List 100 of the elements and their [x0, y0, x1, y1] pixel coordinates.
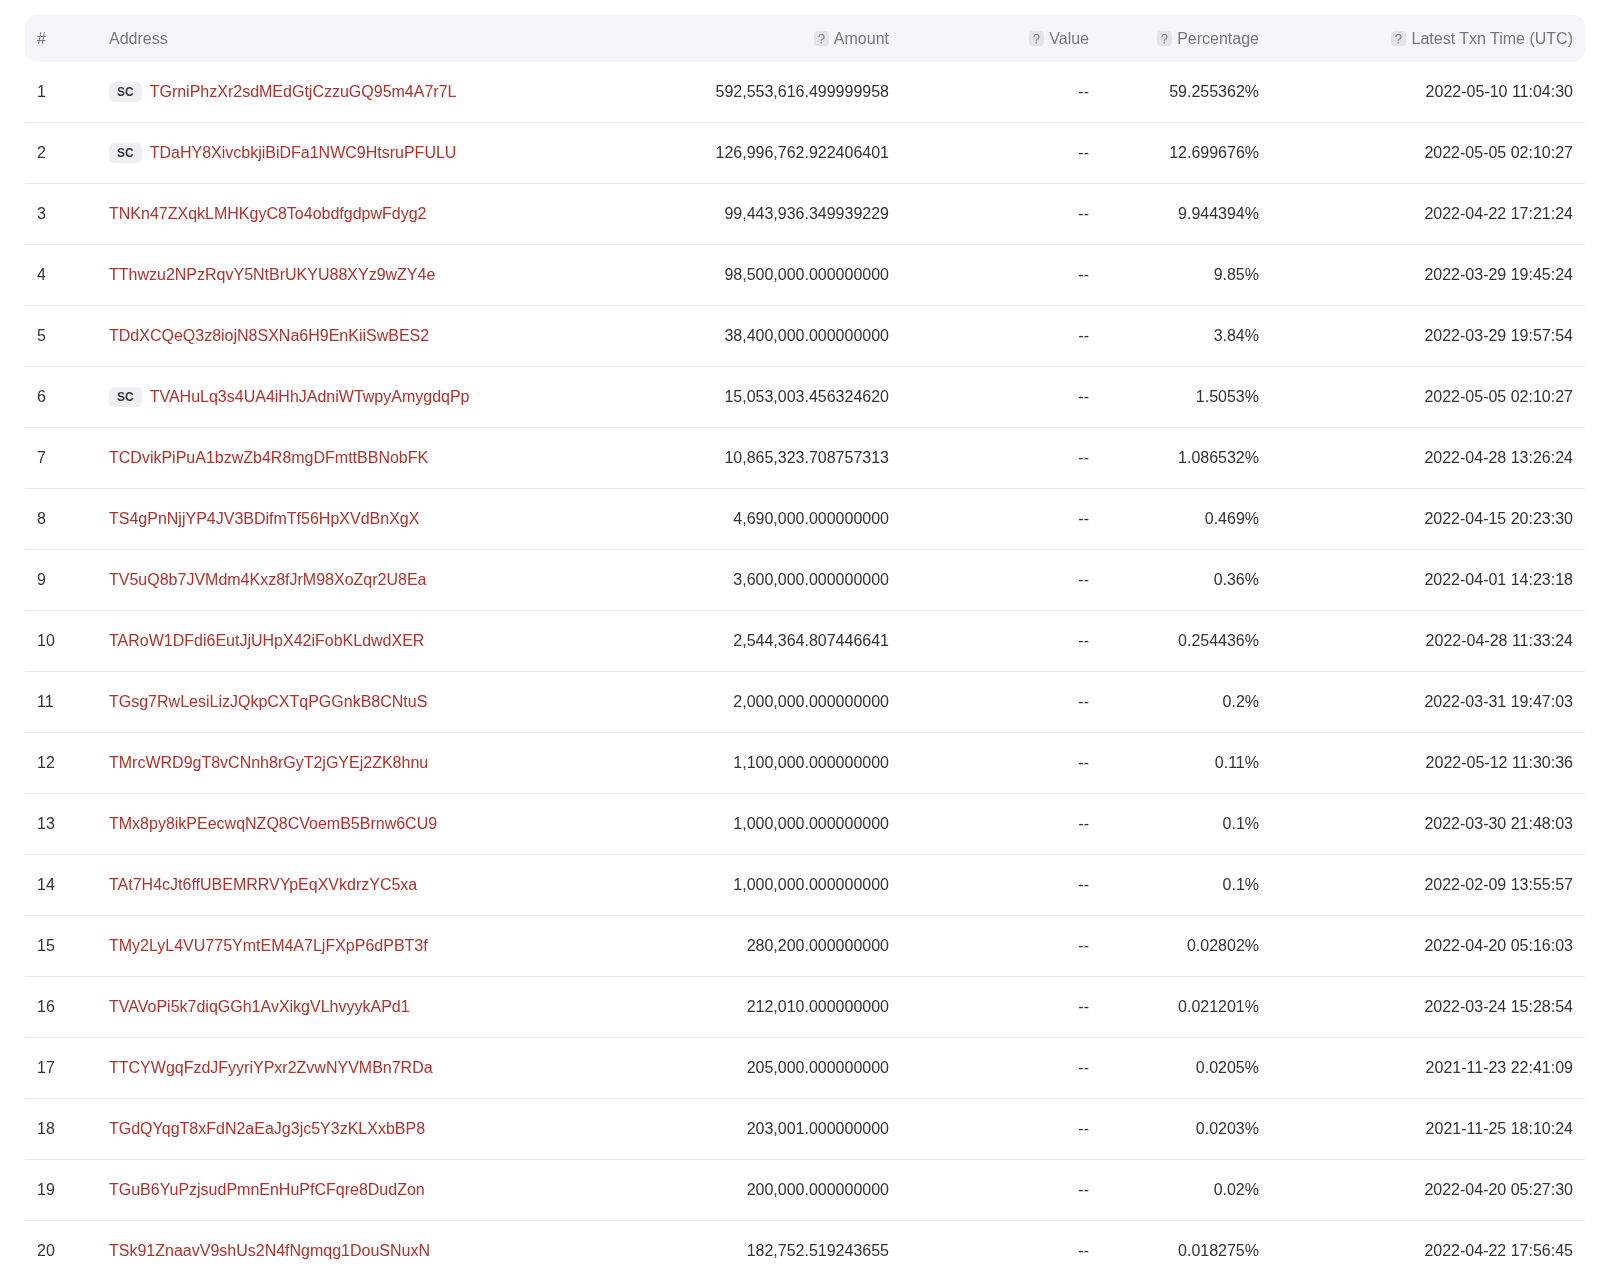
percentage-cell: 0.36% — [1213, 571, 1259, 589]
time-cell: 2022-03-31 19:47:03 — [1424, 693, 1573, 711]
percentage-cell: 59.255362% — [1169, 83, 1259, 101]
amount-cell: 1,000,000.000000000 — [733, 815, 889, 833]
column-header: Percentage — [1177, 29, 1259, 48]
address-link[interactable]: TMy2LyL4VU775YmtEM4A7LjFXpP6dPBT3f — [109, 937, 428, 955]
amount-cell: 280,200.000000000 — [746, 937, 889, 955]
time-cell: 2022-05-10 11:04:30 — [1425, 83, 1573, 101]
value-cell: -- — [1078, 1059, 1089, 1077]
address-link[interactable]: TARoW1DFdi6EutJjUHpX42iFobKLdwdXER — [109, 632, 425, 650]
time-cell: 2022-04-20 05:16:03 — [1424, 937, 1573, 955]
percentage-cell: 0.0205% — [1195, 1059, 1259, 1077]
time-cell: 2022-04-15 20:23:30 — [1424, 510, 1573, 528]
percentage-cell: 0.2% — [1222, 693, 1259, 711]
value-cell: -- — [1078, 632, 1089, 650]
contract-tag: SC — [109, 387, 142, 407]
address-link[interactable]: TDdXCQeQ3z8iojN8SXNa6H9EnKiiSwBES2 — [109, 327, 430, 345]
rank-cell: 3 — [37, 205, 46, 223]
amount-cell: 15,053,003.456324620 — [724, 388, 889, 406]
address-link[interactable]: TGsg7RwLesiLizJQkpCXTqPGGnkB8CNtuS — [109, 693, 428, 711]
address-link[interactable]: TS4gPnNjjYP4JV3BDifmTf56HpXVdBnXgX — [109, 510, 420, 528]
address-link[interactable]: TVAVoPi5k7diqGGh1AvXikgVLhvyykAPd1 — [109, 998, 410, 1016]
value-cell: -- — [1078, 571, 1089, 589]
value-cell: -- — [1078, 937, 1089, 955]
rank-cell: 4 — [37, 266, 46, 284]
value-cell: -- — [1078, 266, 1089, 284]
time-cell: 2022-04-20 05:27:30 — [1424, 1181, 1573, 1199]
address-link[interactable]: TAt7H4cJt6ffUBEMRRVYpEqXVkdrzYC5xa — [109, 876, 418, 894]
rank-cell: 5 — [37, 327, 46, 345]
time-cell: 2022-03-30 21:48:03 — [1424, 815, 1573, 833]
help-icon[interactable] — [1157, 31, 1173, 46]
time-cell: 2021-11-23 22:41:09 — [1425, 1059, 1573, 1077]
rank-cell: 17 — [37, 1059, 55, 1077]
rank-cell: 12 — [37, 754, 55, 772]
contract-tag: SC — [109, 143, 142, 163]
percentage-cell: 3.84% — [1213, 327, 1259, 345]
amount-cell: 2,000,000.000000000 — [733, 693, 889, 711]
amount-cell: 203,001.000000000 — [746, 1120, 889, 1138]
rank-cell: 14 — [37, 876, 55, 894]
rank-cell: 10 — [37, 632, 55, 650]
rank-cell: 15 — [37, 937, 55, 955]
percentage-cell: 12.699676% — [1169, 144, 1259, 162]
amount-cell: 1,000,000.000000000 — [733, 876, 889, 894]
address-link[interactable]: TVAHuLq3s4UA4iHhJAdniWTwpyAmygdqPp — [149, 388, 470, 406]
rank-cell: 18 — [37, 1120, 55, 1138]
value-cell: -- — [1078, 815, 1089, 833]
help-icon[interactable] — [813, 31, 829, 46]
rank-cell: 2 — [37, 144, 46, 162]
time-cell: 2022-02-09 13:55:57 — [1424, 876, 1573, 894]
address-link[interactable]: TNKn47ZXqkLMHKgyC8To4obdfgdpwFdyg2 — [109, 205, 427, 223]
percentage-cell: 0.0203% — [1195, 1120, 1259, 1138]
value-cell: -- — [1078, 1181, 1089, 1199]
rank-cell: 13 — [37, 815, 55, 833]
rank-cell: 1 — [37, 83, 46, 101]
value-cell: -- — [1078, 144, 1089, 162]
time-cell: 2022-04-22 17:21:24 — [1424, 205, 1573, 223]
time-cell: 2022-04-28 13:26:24 — [1424, 449, 1573, 467]
address-link[interactable]: TMrcWRD9gT8vCNnh8rGyT2jGYEj2ZK8hnu — [109, 754, 429, 772]
rank-cell: 19 — [37, 1181, 55, 1199]
address-link[interactable]: TDaHY8XivcbkjiBiDFa1NWC9HtsruPFULU — [149, 144, 457, 162]
value-cell: -- — [1078, 1120, 1089, 1138]
percentage-cell: 1.5053% — [1195, 388, 1259, 406]
column-header: Latest Txn Time (UTC) — [1411, 29, 1573, 48]
time-cell: 2022-05-05 02:10:27 — [1424, 388, 1573, 406]
value-cell: -- — [1078, 510, 1089, 528]
address-link[interactable]: TV5uQ8b7JVMdm4Kxz8fJrM98XoZqr2U8Ea — [109, 571, 427, 589]
percentage-cell: 9.944394% — [1178, 205, 1259, 223]
percentage-cell: 0.11% — [1214, 754, 1259, 772]
amount-cell: 99,443,936.349939229 — [724, 205, 889, 223]
amount-cell: 182,752.519243655 — [746, 1242, 889, 1260]
value-cell: -- — [1078, 876, 1089, 894]
address-link[interactable]: TGdQYqgT8xFdN2aEaJg3jc5Y3zKLXxbBP8 — [109, 1120, 426, 1138]
address-link[interactable]: TThwzu2NPzRqvY5NtBrUKYU88XYz9wZY4e — [109, 266, 436, 284]
percentage-cell: 0.021201% — [1178, 998, 1259, 1016]
percentage-cell: 0.254436% — [1178, 632, 1259, 650]
column-header: Amount — [833, 29, 889, 48]
time-cell: 2022-04-28 11:33:24 — [1425, 632, 1573, 650]
rank-cell: 6 — [37, 388, 46, 406]
rank-cell: 7 — [37, 449, 46, 467]
amount-cell: 212,010.000000000 — [746, 998, 889, 1016]
amount-cell: 592,553,616.499999958 — [715, 83, 889, 101]
amount-cell: 98,500,000.000000000 — [724, 266, 889, 284]
column-header: Value — [1049, 29, 1089, 48]
amount-cell: 1,100,000.000000000 — [733, 754, 889, 772]
rank-cell: 9 — [37, 571, 46, 589]
rank-cell: 11 — [37, 693, 54, 711]
percentage-cell: 0.469% — [1204, 510, 1259, 528]
rank-cell: 16 — [37, 998, 55, 1016]
address-link[interactable]: TMx8py8ikPEecwqNZQ8CVoemB5Brnw6CU9 — [109, 815, 438, 833]
amount-cell: 200,000.000000000 — [746, 1181, 889, 1199]
address-link[interactable]: TGrniPhzXr2sdMEdGtjCzzuGQ95m4A7r7L — [149, 83, 457, 101]
amount-cell: 10,865,323.708757313 — [724, 449, 889, 467]
time-cell: 2022-05-05 02:10:27 — [1424, 144, 1573, 162]
value-cell: -- — [1078, 205, 1089, 223]
address-link[interactable]: TCDvikPiPuA1bzwZb4R8mgDFmttBBNobFK — [109, 449, 429, 467]
address-link[interactable]: TSk91ZnaavV9shUs2N4fNgmqg1DouSNuxN — [109, 1242, 431, 1260]
address-link[interactable]: TTCYWgqFzdJFyyriYPxr2ZvwNYVMBn7RDa — [109, 1059, 433, 1077]
help-icon[interactable] — [1029, 31, 1045, 46]
help-icon[interactable] — [1391, 31, 1407, 46]
address-link[interactable]: TGuB6YuPzjsudPmnEnHuPfCFqre8DudZon — [109, 1181, 425, 1199]
